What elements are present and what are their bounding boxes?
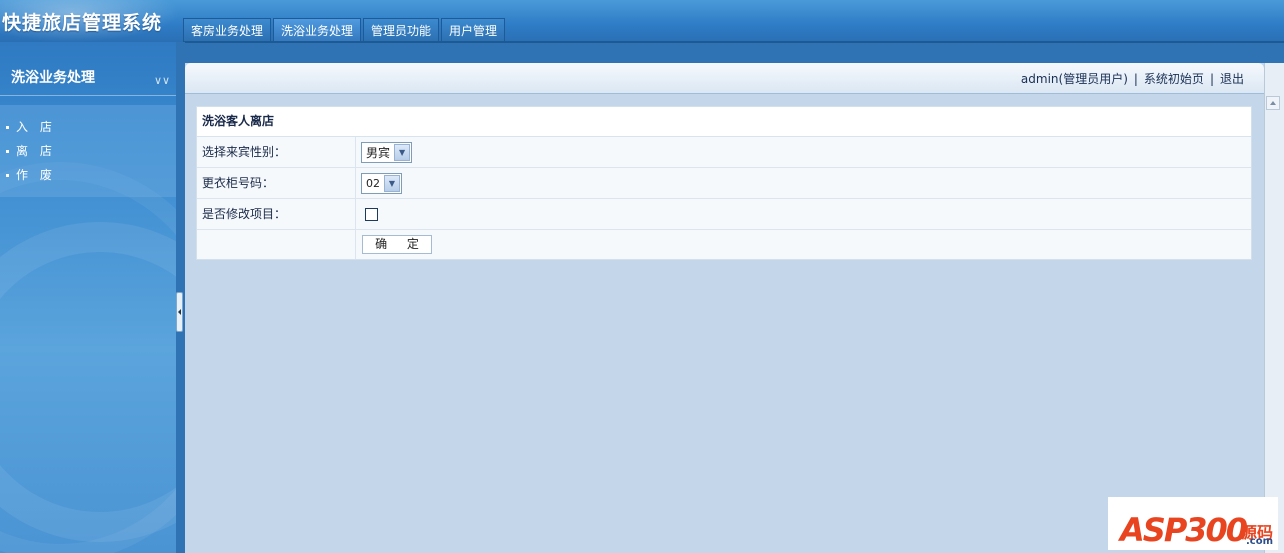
sidebar-item-check-in[interactable]: 入 店 bbox=[0, 115, 176, 139]
sidebar-title: 洗浴业务处理 bbox=[11, 70, 95, 86]
watermark-brand: ASP300 bbox=[1120, 511, 1248, 549]
sidebar-item-check-out[interactable]: 离 店 bbox=[0, 139, 176, 163]
scrollbar[interactable] bbox=[1264, 63, 1284, 553]
confirm-button[interactable]: 确 定 bbox=[362, 235, 432, 254]
watermark-domain: .com bbox=[1246, 536, 1274, 547]
separator: | bbox=[1133, 72, 1138, 86]
main-tabs: 客房业务处理 洗浴业务处理 管理员功能 用户管理 bbox=[183, 18, 506, 42]
tab-user-management[interactable]: 用户管理 bbox=[441, 18, 506, 42]
bullet-icon bbox=[6, 174, 9, 177]
locker-select[interactable]: 02 ▼ bbox=[361, 172, 402, 194]
form-row-gender: 选择来宾性别： 男宾 ▼ bbox=[197, 137, 1251, 168]
gender-select[interactable]: 男宾 ▼ bbox=[361, 141, 413, 163]
sidebar-item-void[interactable]: 作 废 bbox=[0, 163, 176, 187]
form-row-submit: 确 定 bbox=[197, 230, 1251, 259]
form-row-locker: 更衣柜号码： 02 ▼ bbox=[197, 168, 1251, 199]
form-row-modify: 是否修改项目： bbox=[197, 199, 1251, 230]
app-title: 快捷旅店管理系统 bbox=[2, 12, 163, 34]
gender-label: 选择来宾性别： bbox=[197, 137, 356, 167]
form-title: 洗浴客人离店 bbox=[197, 107, 1251, 137]
locker-label: 更衣柜号码： bbox=[197, 168, 356, 198]
main-header: admin(管理员用户) | 系统初始页 | 退出 bbox=[185, 63, 1264, 94]
modify-checkbox[interactable] bbox=[365, 207, 378, 221]
user-links: admin(管理员用户) | 系统初始页 | 退出 bbox=[1021, 70, 1244, 87]
locker-select-value: 02 bbox=[366, 176, 380, 190]
collapse-sidebar-handle[interactable] bbox=[176, 292, 183, 332]
current-user: admin(管理员用户) bbox=[1020, 72, 1128, 86]
sidebar-menu: 入 店 离 店 作 废 bbox=[0, 105, 176, 197]
chevron-down-icon: ▼ bbox=[394, 143, 411, 161]
separator: | bbox=[1209, 72, 1214, 86]
watermark-logo: ASP300 源码 .com bbox=[1108, 497, 1278, 550]
tab-underline bbox=[183, 41, 1284, 43]
chevron-down-icon[interactable]: ∨∨ bbox=[154, 74, 170, 87]
gender-select-value: 男宾 bbox=[366, 145, 391, 160]
tab-admin-functions[interactable]: 管理员功能 bbox=[363, 18, 440, 42]
home-link[interactable]: 系统初始页 bbox=[1144, 72, 1204, 86]
bullet-icon bbox=[6, 150, 9, 153]
main-content: admin(管理员用户) | 系统初始页 | 退出 洗浴客人离店 选择来宾性别： 男宾 … bbox=[185, 63, 1264, 553]
tab-room-business[interactable]: 客房业务处理 bbox=[183, 18, 272, 42]
modify-label: 是否修改项目： bbox=[197, 199, 356, 229]
sidebar: 洗浴业务处理 ∨∨ 入 店 离 店 作 废 bbox=[0, 42, 176, 553]
sidebar-header: 洗浴业务处理 ∨∨ bbox=[0, 60, 176, 96]
tab-bath-business[interactable]: 洗浴业务处理 bbox=[273, 18, 362, 42]
top-header: 快捷旅店管理系统 客房业务处理 洗浴业务处理 管理员功能 用户管理 bbox=[0, 0, 1284, 42]
empty-label bbox=[197, 230, 356, 259]
checkout-form: 洗浴客人离店 选择来宾性别： 男宾 ▼ 更衣柜号码： 02 ▼ 是否修改项目： bbox=[196, 106, 1252, 260]
logout-link[interactable]: 退出 bbox=[1220, 72, 1244, 86]
bullet-icon bbox=[6, 126, 9, 129]
sidebar-decoration bbox=[0, 222, 176, 542]
scroll-up-icon[interactable] bbox=[1266, 96, 1280, 110]
chevron-down-icon: ▼ bbox=[384, 174, 400, 192]
